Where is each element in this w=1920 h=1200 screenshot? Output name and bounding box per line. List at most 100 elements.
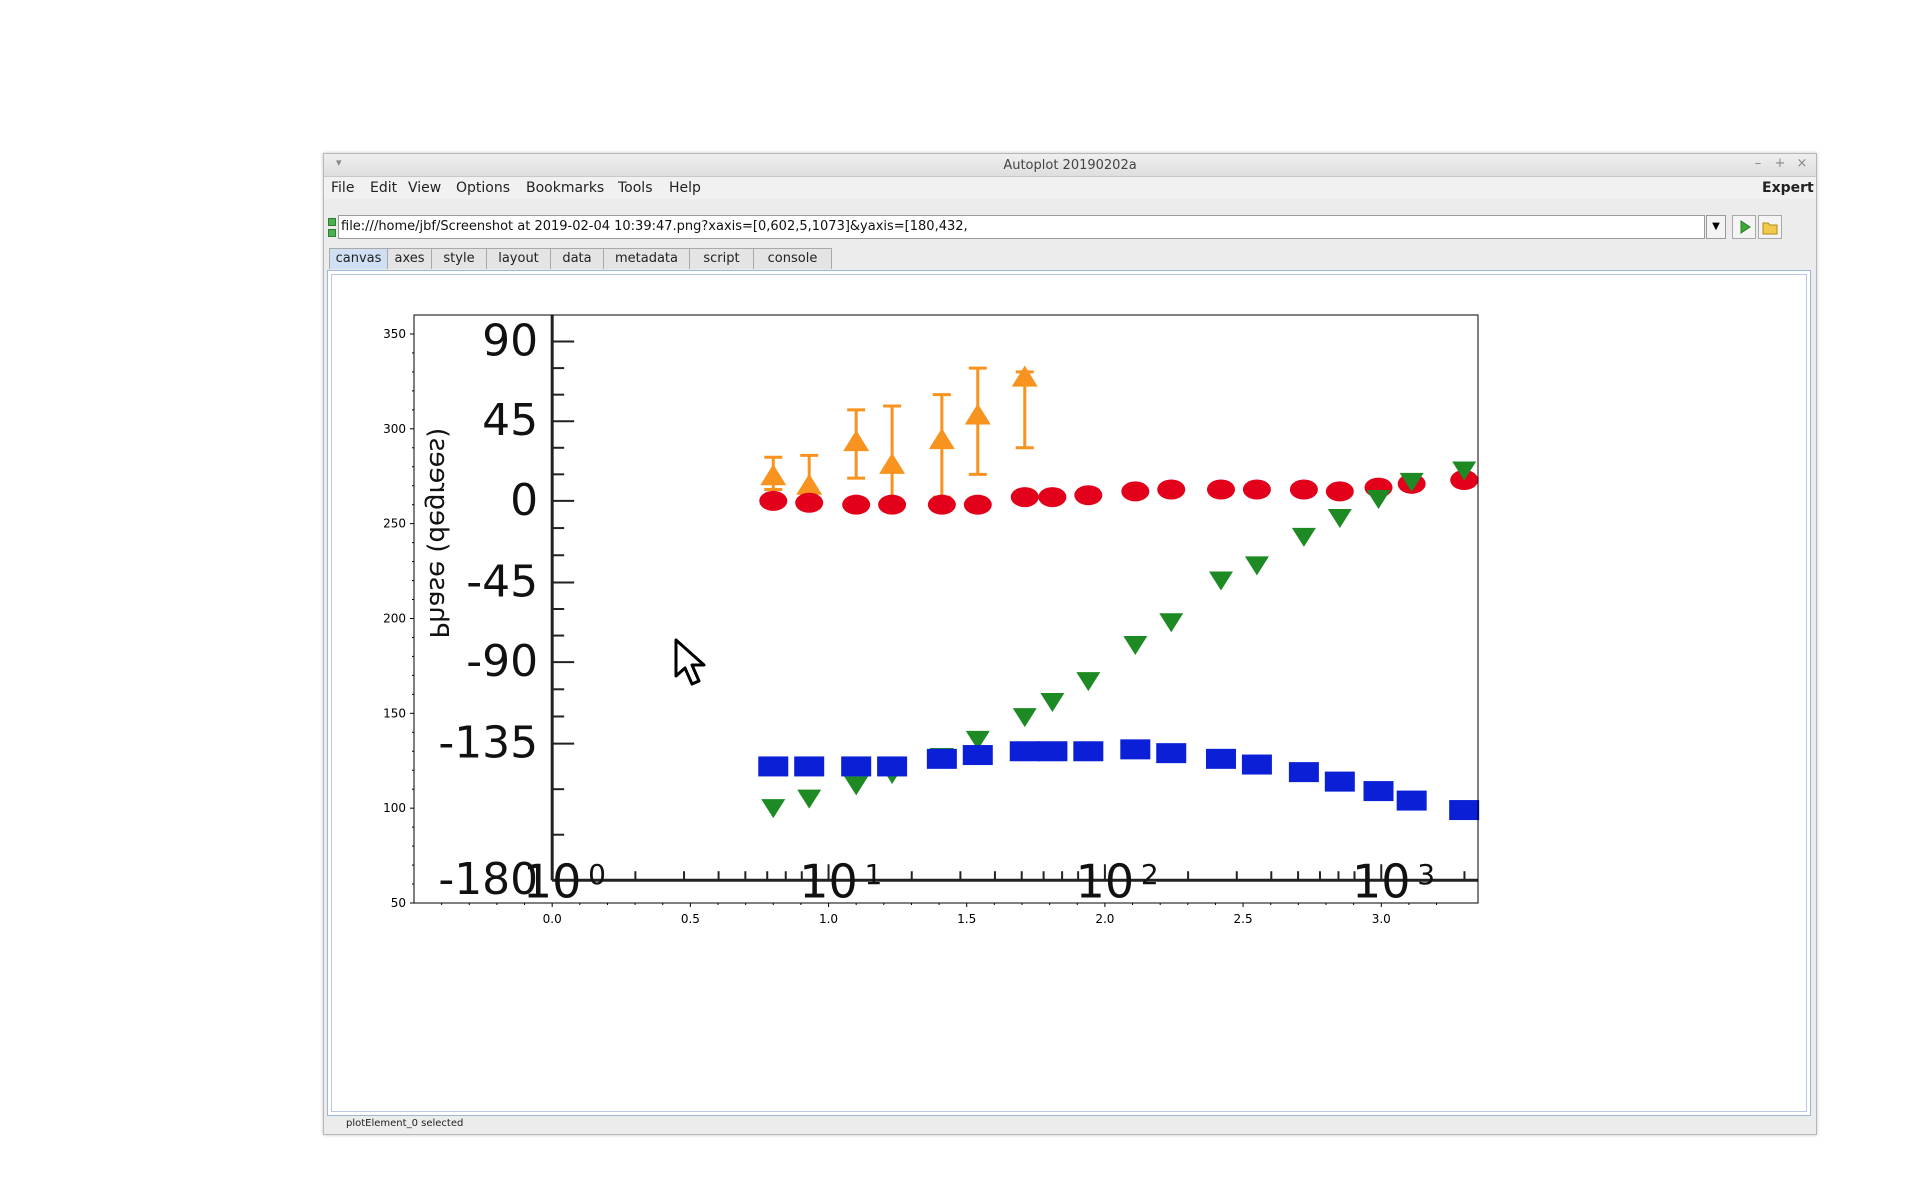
x-tick-label: 0.5: [681, 912, 700, 926]
data-point: [1242, 479, 1271, 500]
data-point: [1208, 571, 1233, 591]
data-point: [879, 452, 906, 474]
data-point: [1121, 481, 1150, 502]
data-point: [1363, 781, 1394, 802]
image-y-tick-label: -90: [466, 636, 538, 687]
image-y-axis-label: Phase (degrees): [423, 428, 453, 639]
play-icon: [1740, 220, 1751, 234]
autoplot-window: ▾ Autoplot 20190202a – + × File Edit Vie…: [323, 153, 1817, 1135]
tab-canvas[interactable]: canvas: [329, 248, 388, 269]
y-tick-label: 100: [383, 801, 406, 815]
data-point: [759, 490, 788, 511]
plot-canvas-border: 90 45 0 -45 -90 -135 -180 Phase (degrees) 10 0 10 1…: [331, 274, 1807, 1112]
data-point: [797, 789, 822, 809]
menu-edit[interactable]: Edit: [370, 180, 397, 196]
data-point: [1120, 739, 1151, 760]
image-x-tick-exponent: 0: [588, 858, 606, 891]
data-point: [877, 756, 908, 777]
canvas-panel: 90 45 0 -45 -90 -135 -180 Phase (degrees) 10 0 10 1…: [327, 270, 1811, 1116]
data-point: [1291, 527, 1316, 547]
data-point: [1244, 556, 1269, 576]
browse-button[interactable]: [1758, 215, 1782, 239]
x-tick-label: 0.0: [543, 912, 562, 926]
data-point: [1037, 741, 1068, 762]
data-point: [761, 799, 786, 819]
data-point: [963, 494, 992, 515]
image-y-tick-label: 90: [482, 316, 538, 367]
data-point: [1206, 479, 1235, 500]
data-point: [843, 430, 870, 452]
image-x-tick-label: 10: [1076, 854, 1135, 908]
data-point: [1010, 487, 1039, 508]
data-point: [928, 428, 955, 450]
menu-file[interactable]: File: [331, 180, 354, 196]
chevron-down-icon: ▼: [1712, 221, 1720, 232]
data-point: [1157, 479, 1186, 500]
data-point: [795, 492, 824, 513]
menu-view[interactable]: View: [408, 180, 441, 196]
data-point: [1205, 748, 1236, 769]
data-point: [1241, 754, 1272, 775]
data-point: [1009, 741, 1040, 762]
x-tick-label: 3.0: [1372, 912, 1391, 926]
image-x-tick-exponent: 3: [1417, 858, 1435, 891]
menu-tools[interactable]: Tools: [618, 180, 653, 196]
data-point: [962, 745, 993, 766]
mouse-pointer-icon: [674, 638, 706, 686]
data-point: [1396, 790, 1427, 811]
image-x-tick-label: 10: [523, 854, 582, 908]
y-tick-label: 200: [383, 611, 406, 625]
data-point: [1074, 485, 1103, 506]
data-point: [794, 756, 825, 777]
url-history-dropdown[interactable]: ▼: [1706, 215, 1726, 239]
menu-bookmarks[interactable]: Bookmarks: [526, 180, 604, 196]
tab-metadata[interactable]: metadata: [603, 248, 690, 269]
x-tick-label: 2.0: [1095, 912, 1114, 926]
tab-style[interactable]: style: [431, 248, 487, 269]
y-tick-label: 50: [391, 896, 406, 910]
y-tick-label: 300: [383, 422, 406, 436]
x-tick-label: 2.5: [1234, 912, 1253, 926]
tab-axes[interactable]: axes: [387, 248, 432, 269]
tab-layout[interactable]: layout: [486, 248, 551, 269]
menu-help[interactable]: Help: [669, 180, 701, 196]
data-point: [1159, 613, 1184, 633]
data-point: [796, 473, 823, 495]
data-point: [1011, 365, 1038, 387]
data-point: [1073, 741, 1104, 762]
data-point: [1076, 672, 1101, 692]
data-point: [841, 756, 872, 777]
image-x-tick-exponent: 1: [865, 858, 883, 891]
data-point: [964, 403, 991, 425]
menu-options[interactable]: Options: [456, 180, 510, 196]
image-x-tick-label: 10: [1352, 854, 1411, 908]
y-tick-label: 150: [383, 706, 406, 720]
x-tick-label: 1.5: [957, 912, 976, 926]
data-point: [1366, 489, 1391, 509]
tab-script[interactable]: script: [689, 248, 754, 269]
title-bar[interactable]: ▾ Autoplot 20190202a – + ×: [324, 154, 1816, 177]
data-point: [1324, 771, 1355, 792]
data-point: [878, 494, 907, 515]
data-point: [1288, 762, 1319, 783]
image-x-tick-exponent: 2: [1141, 858, 1159, 891]
data-source-url-input[interactable]: file:///home/jbf/Screenshot at 2019-02-0…: [338, 215, 1705, 239]
data-point: [1012, 708, 1037, 728]
data-point: [1325, 481, 1354, 502]
maximize-icon[interactable]: +: [1770, 156, 1790, 174]
minimize-icon[interactable]: –: [1748, 156, 1768, 174]
window-title: Autoplot 20190202a: [1003, 158, 1137, 173]
data-source-status-icon: [328, 218, 336, 237]
close-icon[interactable]: ×: [1792, 156, 1812, 174]
x-tick-label: 1.0: [819, 912, 838, 926]
plot-canvas[interactable]: 90450-45-90-135-180Phase (degrees)10 0 10 1…: [332, 275, 1806, 1111]
expert-mode-menu[interactable]: Expert: [1762, 180, 1814, 196]
data-point: [1123, 636, 1148, 656]
image-x-tick-label: 10: [799, 854, 858, 908]
go-button[interactable]: [1732, 215, 1756, 239]
tab-data[interactable]: data: [550, 248, 604, 269]
data-point: [842, 494, 871, 515]
tab-console[interactable]: console: [753, 248, 832, 269]
data-point: [927, 494, 956, 515]
image-y-tick-label: 0: [510, 475, 538, 526]
